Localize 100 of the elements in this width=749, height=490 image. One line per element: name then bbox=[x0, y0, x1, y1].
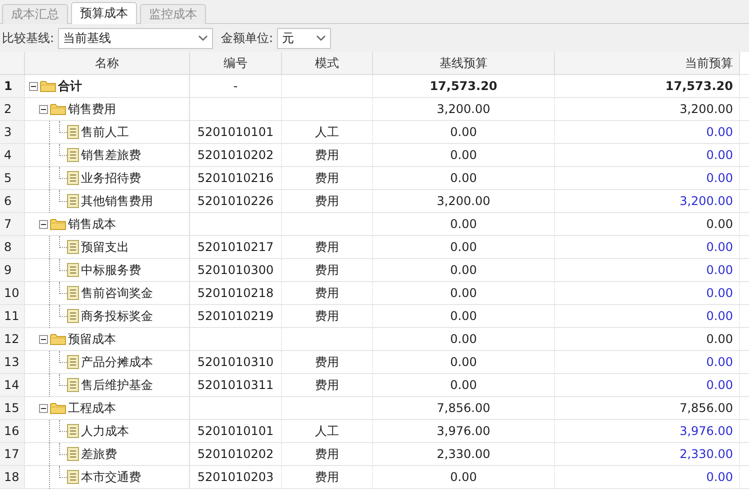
baseline-cell: 0.00 bbox=[373, 466, 555, 489]
mode-cell: 费用 bbox=[282, 144, 373, 167]
row-number: 18 bbox=[0, 466, 25, 489]
mode-cell: 费用 bbox=[282, 374, 373, 397]
column-header[interactable]: 名称 bbox=[25, 52, 190, 75]
baseline-cell: 0.00 bbox=[373, 305, 555, 328]
mode-cell: 费用 bbox=[282, 466, 373, 489]
tree-cell[interactable]: 售后维护基金 bbox=[25, 374, 190, 397]
folder-icon bbox=[50, 402, 66, 414]
chevron-icon bbox=[316, 35, 326, 41]
code-cell: 5201010202 bbox=[190, 144, 282, 167]
column-header[interactable]: 编号 bbox=[190, 52, 282, 75]
mode-cell: 费用 bbox=[282, 443, 373, 466]
baseline-cell: 0.00 bbox=[373, 167, 555, 190]
tree-cell[interactable]: 预留成本 bbox=[25, 328, 190, 351]
baseline-cell: 2,330.00 bbox=[373, 443, 555, 466]
baseline-select[interactable]: 当前基线 bbox=[58, 28, 214, 48]
collapse-icon[interactable] bbox=[29, 82, 38, 90]
code-cell: 5201010218 bbox=[190, 282, 282, 305]
chevron-icon bbox=[198, 35, 208, 41]
unit-select[interactable]: 元 bbox=[277, 28, 332, 48]
document-icon bbox=[67, 470, 79, 484]
tab[interactable]: 预算成本 bbox=[71, 2, 137, 24]
code-cell: 5201010300 bbox=[190, 259, 282, 282]
collapse-icon[interactable] bbox=[39, 104, 48, 114]
mode-cell: 费用 bbox=[282, 236, 373, 259]
tree-cell[interactable]: 差旅费 bbox=[25, 443, 190, 466]
code-cell: 5201010219 bbox=[190, 305, 282, 328]
baseline-cell: 3,976.00 bbox=[373, 420, 555, 443]
tree-cell[interactable]: 人力成本 bbox=[25, 420, 190, 443]
baseline-cell: 0.00 bbox=[373, 328, 555, 351]
row-number: 8 bbox=[0, 236, 25, 259]
tree-cell[interactable]: 销售成本 bbox=[25, 213, 190, 236]
folder-icon bbox=[50, 218, 66, 230]
code-cell: 5201010217 bbox=[190, 236, 282, 259]
baseline-cell: 0.00 bbox=[373, 282, 555, 305]
mode-cell: 费用 bbox=[282, 282, 373, 305]
row-number: 9 bbox=[0, 259, 25, 282]
tree-cell[interactable]: 售前人工 bbox=[25, 121, 190, 144]
code-cell: 5201010203 bbox=[190, 466, 282, 489]
row-number: 1 bbox=[0, 75, 25, 98]
column-header[interactable]: 基线预算 bbox=[373, 52, 555, 75]
code-cell: 5201010101 bbox=[190, 121, 282, 144]
tree-cell[interactable]: 业务招待费 bbox=[25, 167, 190, 190]
collapse-icon[interactable] bbox=[39, 334, 48, 344]
mode-cell: 费用 bbox=[282, 305, 373, 328]
tree-cell[interactable]: 本市交通费 bbox=[25, 466, 190, 489]
collapse-icon[interactable] bbox=[39, 220, 48, 228]
document-icon bbox=[67, 171, 79, 185]
tree-cell[interactable]: 其他销售费用 bbox=[25, 190, 190, 213]
document-icon bbox=[67, 309, 79, 323]
code-cell: 5201010216 bbox=[190, 167, 282, 190]
baseline-cell: 0.00 bbox=[373, 121, 555, 144]
row-number: 3 bbox=[0, 121, 25, 144]
code-cell: 5201010202 bbox=[190, 443, 282, 466]
tree-cell[interactable]: 商务投标奖金 bbox=[25, 305, 190, 328]
column-header[interactable]: 模式 bbox=[282, 52, 373, 75]
tree-cell[interactable]: 中标服务费 bbox=[25, 259, 190, 282]
code-cell: - bbox=[190, 75, 282, 98]
row-number: 7 bbox=[0, 213, 25, 236]
baseline-cell: 0.00 bbox=[373, 213, 555, 236]
mode-cell: 费用 bbox=[282, 190, 373, 213]
row-number: 16 bbox=[0, 420, 25, 443]
row-number: 13 bbox=[0, 351, 25, 374]
row-number: 2 bbox=[0, 98, 25, 121]
folder-icon bbox=[50, 333, 66, 345]
tree-cell[interactable]: 预留支出 bbox=[25, 236, 190, 259]
tree-cell[interactable]: 工程成本 bbox=[25, 397, 190, 420]
code-cell: 5201010101 bbox=[190, 420, 282, 443]
row-number: 17 bbox=[0, 443, 25, 466]
code-cell: 5201010226 bbox=[190, 190, 282, 213]
folder-icon bbox=[40, 80, 56, 92]
tree-cell[interactable]: 售前咨询奖金 bbox=[25, 282, 190, 305]
document-icon bbox=[67, 263, 79, 277]
row-number: 4 bbox=[0, 144, 25, 167]
mode-cell: 费用 bbox=[282, 351, 373, 374]
row-number: 11 bbox=[0, 305, 25, 328]
column-header[interactable]: 当前预算 bbox=[555, 52, 740, 75]
tree-cell[interactable]: 销售差旅费 bbox=[25, 144, 190, 167]
document-icon bbox=[67, 355, 79, 369]
baseline-label: 比较基线: bbox=[2, 30, 54, 46]
baseline-cell: 17,573.20 bbox=[373, 75, 555, 98]
unit-label: 金额单位: bbox=[221, 30, 274, 46]
baseline-cell: 0.00 bbox=[373, 144, 555, 167]
collapse-icon[interactable] bbox=[39, 404, 48, 412]
baseline-cell: 0.00 bbox=[373, 236, 555, 259]
baseline-cell: 3,200.00 bbox=[373, 190, 555, 213]
mode-cell: 人工 bbox=[282, 420, 373, 443]
document-icon bbox=[67, 378, 79, 392]
baseline-cell: 0.00 bbox=[373, 351, 555, 374]
row-number: 15 bbox=[0, 397, 25, 420]
tree-cell[interactable]: 合计 bbox=[25, 75, 190, 98]
code-cell: 5201010311 bbox=[190, 374, 282, 397]
document-icon bbox=[67, 125, 79, 139]
tree-cell[interactable]: 销售费用 bbox=[25, 98, 190, 121]
tree-cell[interactable]: 产品分摊成本 bbox=[25, 351, 190, 374]
document-icon bbox=[67, 447, 79, 461]
row-number: 10 bbox=[0, 282, 25, 305]
document-icon bbox=[67, 194, 79, 208]
row-number: 12 bbox=[0, 328, 25, 351]
